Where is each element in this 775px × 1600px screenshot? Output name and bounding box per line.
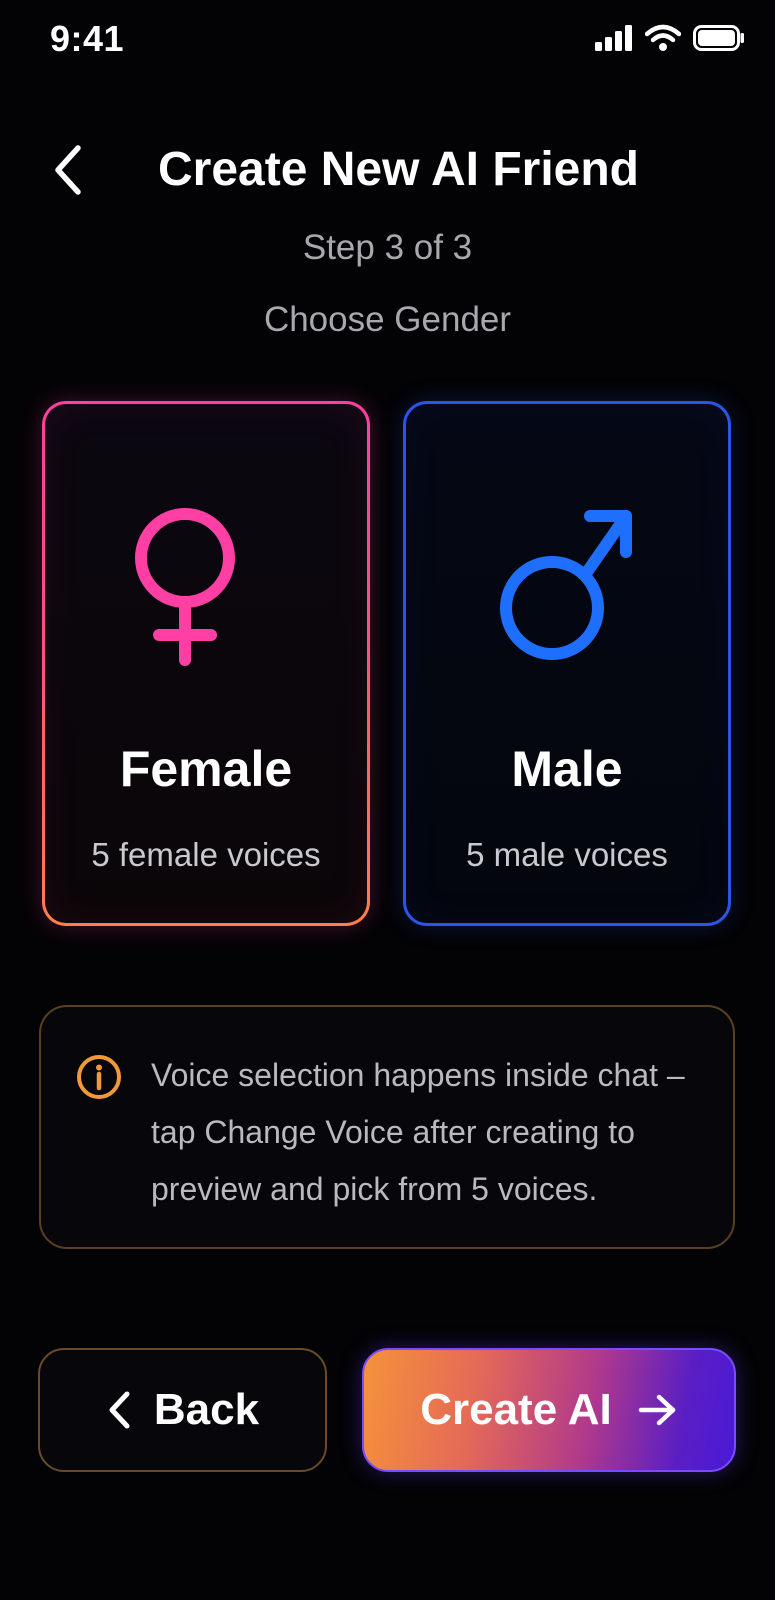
back-button-label: Back	[153, 1385, 260, 1434]
status-time: 9:41	[50, 18, 125, 59]
female-description: 5 female voices	[91, 836, 321, 873]
section-subtitle: Choose Gender	[263, 300, 512, 339]
back-button[interactable]: Back	[38, 1348, 327, 1472]
create-ai-button[interactable]: Create AI	[362, 1348, 736, 1472]
info-text: Voice selection happens inside chat – ta…	[151, 1057, 685, 1207]
info-icon	[77, 1055, 121, 1099]
create-ai-friend-screen: 9:41 Create New AI Friend Step 3 of 3 Ch…	[0, 0, 775, 1600]
chevron-left-icon	[109, 1391, 130, 1429]
voice-info-box: Voice selection happens inside chat – ta…	[39, 1005, 735, 1249]
page-title: Create New AI Friend	[157, 143, 639, 196]
arrow-right-icon	[638, 1394, 676, 1426]
signal-icon	[595, 25, 632, 51]
gender-option-male[interactable]: Male 5 male voices	[403, 401, 731, 926]
male-description: 5 male voices	[466, 836, 668, 873]
male-label: Male	[511, 741, 623, 797]
step-indicator: Step 3 of 3	[302, 228, 473, 267]
male-symbol-icon	[500, 510, 632, 660]
create-ai-button-label: Create AI	[420, 1385, 612, 1434]
female-symbol-icon	[135, 508, 235, 666]
gender-option-female[interactable]: Female 5 female voices	[42, 401, 370, 926]
status-icons	[595, 24, 745, 52]
battery-icon	[693, 25, 744, 51]
female-label: Female	[119, 741, 293, 797]
wifi-icon	[645, 24, 681, 51]
